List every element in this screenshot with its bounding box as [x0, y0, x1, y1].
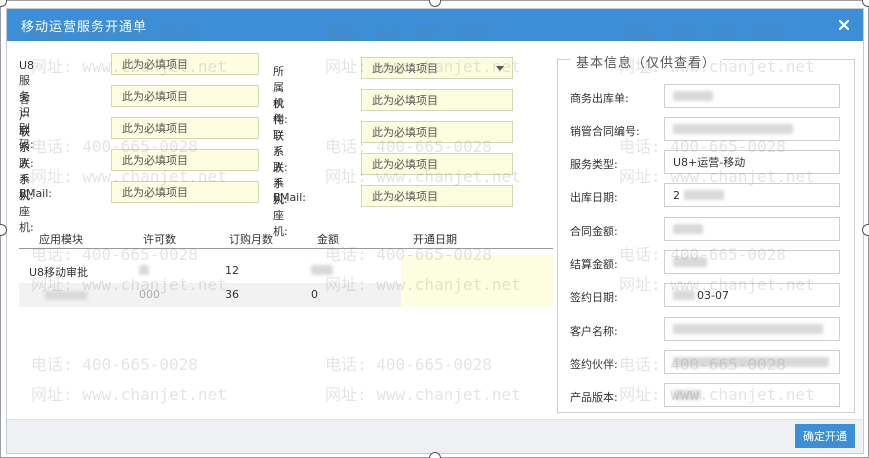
service-activation-dialog: 移动运营服务开通单 U8服务识别码: 所属机构: 此为必填项目 客户联系人: 伙…	[6, 8, 864, 454]
table-header: 应用模块 许可数 订购月数 金额 开通日期	[19, 227, 553, 249]
col-months: 订购月数	[229, 233, 273, 246]
redacted-value	[673, 224, 703, 234]
basic-info-legend: 基本信息（仅供查看）	[570, 52, 723, 71]
partner-landline-input[interactable]	[361, 153, 513, 175]
info-field: U8+运营-移动	[664, 150, 840, 174]
dialog-title: 移动运营服务开通单	[21, 19, 148, 35]
info-field: 03-07	[664, 283, 840, 307]
redacted-value	[673, 124, 793, 134]
partner-mobile-input[interactable]	[361, 121, 513, 143]
info-label: 出库日期:	[570, 191, 618, 204]
col-module: 应用模块	[39, 233, 83, 246]
watermark-phone: 电话: 400-665-0028	[31, 355, 198, 374]
amount: 0	[311, 288, 318, 301]
info-label: 合同金额:	[570, 225, 618, 238]
redacted-amount	[311, 265, 333, 275]
customer-contact-input[interactable]	[111, 85, 259, 107]
watermark-site: 网址: www.chanjet.net	[325, 385, 521, 404]
redacted-module	[45, 291, 87, 300]
info-label: 产品版本:	[570, 391, 618, 404]
u8-service-id-input[interactable]	[111, 53, 259, 75]
info-field	[664, 117, 840, 141]
partner-email-input[interactable]	[361, 185, 513, 207]
close-icon[interactable]	[835, 16, 853, 34]
partner-email-label: EMail:	[273, 191, 306, 204]
redacted-value	[673, 257, 707, 267]
contact-mobile-input[interactable]	[111, 117, 259, 139]
info-label: 销管合同编号:	[570, 125, 640, 138]
table-row: 000 36 0	[19, 283, 401, 307]
basic-info-panel: 基本信息（仅供查看） 商务出库单: 销管合同编号: 服务类型: U8+运营-移动…	[557, 52, 855, 413]
redacted-value	[673, 357, 829, 367]
redacted-value	[684, 190, 724, 200]
resize-handle-bottom-center[interactable]	[429, 452, 441, 458]
info-field	[664, 383, 840, 407]
info-label: 签约伙伴:	[570, 358, 618, 371]
redacted-value	[673, 324, 823, 334]
confirm-activation-button[interactable]: 确定开通	[795, 424, 855, 448]
col-open-date: 开通日期	[413, 233, 457, 246]
redacted-value	[673, 91, 713, 101]
info-field	[664, 250, 840, 274]
info-field	[664, 317, 840, 341]
redacted-value	[673, 390, 701, 400]
info-label: 签约日期:	[570, 291, 618, 304]
order-months: 36	[225, 288, 239, 301]
info-field	[664, 84, 840, 108]
redacted-license	[139, 265, 149, 275]
info-field	[664, 350, 840, 374]
col-amount: 金额	[317, 233, 339, 246]
info-field: 2	[664, 183, 840, 207]
contact-landline-input[interactable]	[111, 149, 259, 171]
module-name: U8移动审批	[29, 266, 89, 279]
organization-select[interactable]: 此为必填项目	[361, 57, 513, 79]
order-months: 12	[225, 264, 239, 277]
dialog-footer: 确定开通	[7, 419, 863, 453]
info-label: 服务类型:	[570, 158, 618, 171]
info-label: 客户名称:	[570, 325, 618, 338]
dialog-titlebar: 移动运营服务开通单	[7, 9, 863, 41]
redacted-value	[673, 290, 695, 300]
resize-handle-middle-right[interactable]	[862, 224, 869, 236]
module-table: 应用模块 许可数 订购月数 金额 开通日期 U8移动审批 12 000 36 0	[19, 227, 553, 307]
email-label: EMail:	[19, 187, 52, 200]
email-input[interactable]	[111, 181, 259, 203]
col-license: 许可数	[143, 233, 176, 246]
watermark-phone: 电话: 400-665-0028	[325, 355, 492, 374]
info-field	[664, 217, 840, 241]
organization-select-value: 此为必填项目	[372, 62, 438, 75]
info-label: 商务出库单:	[570, 92, 629, 105]
watermark-site: 网址: www.chanjet.net	[31, 385, 227, 404]
license-count: 000	[139, 288, 160, 301]
info-label: 结算金额:	[570, 258, 618, 271]
table-row: U8移动审批 12	[19, 259, 553, 283]
chevron-down-icon	[496, 65, 504, 71]
partner-contact-input[interactable]	[361, 89, 513, 111]
